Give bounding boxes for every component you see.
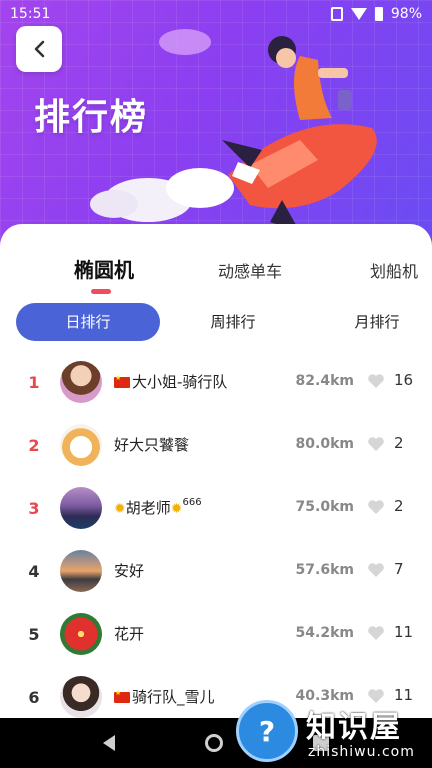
- rank-number: 6: [28, 688, 40, 707]
- tab-elliptical[interactable]: 椭圆机: [74, 254, 134, 283]
- distance: 57.6km: [295, 562, 354, 578]
- watermark-subtitle: zhishiwu.com: [308, 744, 415, 760]
- watermark-logo-icon: ?: [236, 700, 298, 762]
- list-item[interactable]: 5 花开 54.2km 11: [0, 603, 432, 666]
- rank-number: 1: [28, 373, 40, 392]
- list-item[interactable]: 1 大小姐-骑行队 82.4km 16: [0, 351, 432, 414]
- list-item[interactable]: 3 ✹胡老师✹666 75.0km 2: [0, 477, 432, 540]
- status-bar: 15:51 98%: [0, 0, 432, 28]
- distance: 82.4km: [295, 373, 354, 389]
- ranking-sheet: 椭圆机 动感单车 划船机 日排行 周排行 月排行 1 大小姐-骑行队 82.4k…: [0, 224, 432, 718]
- user-name-suffix: 666: [182, 497, 202, 508]
- tab-spin-bike[interactable]: 动感单车: [218, 258, 282, 282]
- page-title: 排行榜: [34, 97, 149, 138]
- category-tabs: 椭圆机 动感单车 划船机: [0, 238, 432, 294]
- avatar[interactable]: [60, 424, 102, 466]
- avatar[interactable]: [60, 361, 102, 403]
- like-count: 2: [394, 497, 404, 515]
- vibrate-icon: [330, 7, 343, 21]
- avatar[interactable]: [60, 550, 102, 592]
- battery-icon: [374, 7, 383, 21]
- user-name: 胡老师: [125, 499, 171, 517]
- wifi-icon: [350, 8, 367, 20]
- user-name: 安好: [114, 562, 145, 580]
- tab-rowing[interactable]: 划船机: [370, 258, 418, 282]
- list-item[interactable]: 2 好大只饕餮 80.0km 2: [0, 414, 432, 477]
- tab-active-indicator: [91, 289, 111, 294]
- user-name: 花开: [114, 625, 145, 643]
- distance: 75.0km: [295, 499, 354, 515]
- battery-percent: 98%: [390, 6, 422, 22]
- flag-icon: [114, 689, 130, 703]
- watermark-title: 知识屋: [306, 710, 402, 745]
- heart-icon[interactable]: [367, 436, 385, 452]
- period-selector: 日排行 周排行 月排行: [16, 303, 416, 341]
- sun-icon: ✹: [114, 501, 126, 517]
- heart-icon[interactable]: [367, 625, 385, 641]
- heart-icon[interactable]: [367, 373, 385, 389]
- like-count: 16: [394, 371, 414, 389]
- flag-icon: [114, 374, 130, 388]
- rank-number: 4: [28, 562, 40, 581]
- like-count: 2: [394, 434, 404, 452]
- heart-icon[interactable]: [367, 499, 385, 515]
- like-count: 11: [394, 623, 414, 641]
- nav-back-icon[interactable]: [103, 735, 115, 751]
- list-item[interactable]: 4 安好 57.6km 7: [0, 540, 432, 603]
- header-banner: 15:51 98% 排行榜: [0, 0, 432, 250]
- avatar[interactable]: [60, 487, 102, 529]
- distance: 54.2km: [295, 625, 354, 641]
- user-name: 好大只饕餮: [114, 436, 190, 454]
- sun-icon: ✹: [170, 501, 183, 517]
- avatar[interactable]: [60, 676, 102, 718]
- nav-home-icon[interactable]: [205, 734, 223, 752]
- status-time: 15:51: [10, 6, 51, 22]
- period-monthly[interactable]: 月排行: [332, 303, 422, 341]
- heart-icon[interactable]: [367, 562, 385, 578]
- back-button[interactable]: [16, 26, 62, 72]
- avatar[interactable]: [60, 613, 102, 655]
- user-name: 大小姐-骑行队: [132, 373, 228, 391]
- rank-number: 2: [28, 436, 40, 455]
- chevron-left-icon: [34, 40, 45, 58]
- rank-number: 3: [28, 499, 40, 518]
- watermark: ? 知识屋 zhishiwu.com: [236, 700, 432, 768]
- period-daily[interactable]: 日排行: [16, 303, 160, 341]
- period-weekly[interactable]: 周排行: [186, 303, 280, 341]
- distance: 80.0km: [295, 436, 354, 452]
- user-name: 骑行队_雪儿: [132, 688, 215, 706]
- rank-number: 5: [28, 625, 40, 644]
- like-count: 7: [394, 560, 404, 578]
